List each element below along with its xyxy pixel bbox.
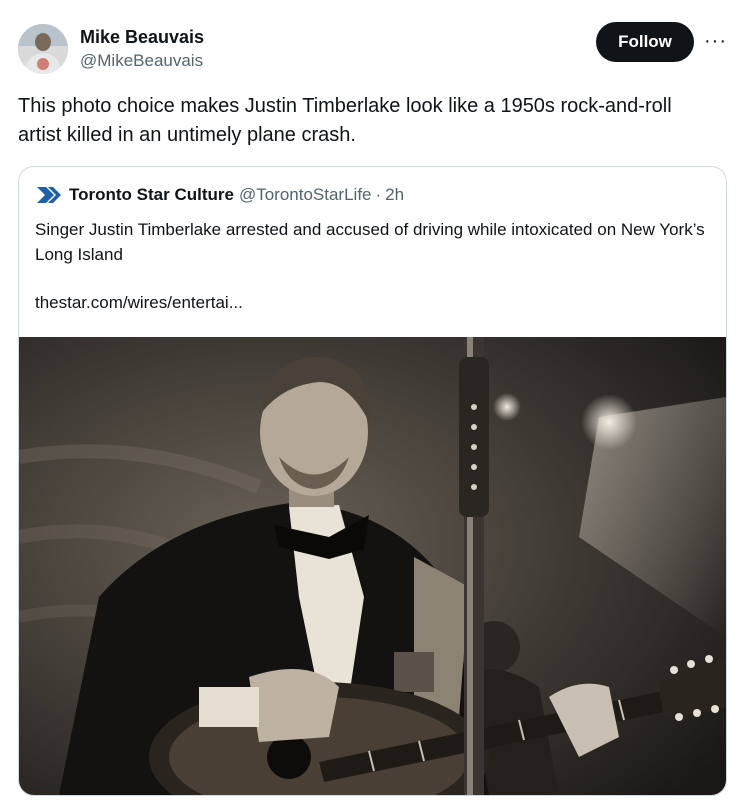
concert-photo[interactable] bbox=[19, 337, 726, 795]
follow-button[interactable]: Follow bbox=[596, 22, 694, 62]
author-name[interactable]: Mike Beauvais bbox=[80, 27, 204, 48]
author-handle[interactable]: @MikeBeauvais bbox=[80, 51, 203, 71]
quoted-tweet-link[interactable]: thestar.com/wires/entertai... bbox=[35, 293, 243, 313]
quoted-timestamp[interactable]: 2h bbox=[385, 185, 404, 205]
avatar[interactable] bbox=[18, 24, 68, 74]
quoted-tweet-header: Toronto Star Culture @TorontoStarLife · … bbox=[37, 185, 404, 205]
quoted-author-handle[interactable]: @TorontoStarLife bbox=[239, 185, 372, 205]
more-dots-icon[interactable]: ··· bbox=[704, 30, 727, 53]
toronto-star-chevron-logo bbox=[37, 187, 61, 203]
quoted-author-name[interactable]: Toronto Star Culture bbox=[69, 185, 234, 205]
tweet-text: This photo choice makes Justin Timberlak… bbox=[18, 95, 672, 146]
quoted-tweet-text: Singer Justin Timberlake arrested and ac… bbox=[35, 220, 705, 264]
quoted-tweet-card[interactable]: Toronto Star Culture @TorontoStarLife · … bbox=[18, 166, 727, 796]
separator-dot: · bbox=[375, 185, 382, 204]
